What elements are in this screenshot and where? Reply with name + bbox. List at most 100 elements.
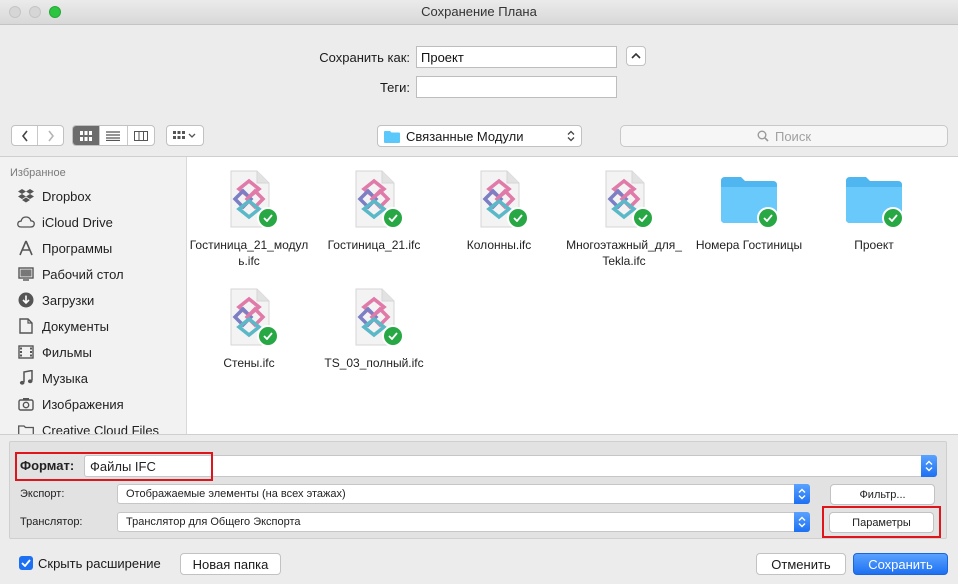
pictures-icon (16, 394, 36, 414)
filter-button[interactable]: Фильтр... (830, 484, 935, 505)
sidebar-item-label: Creative Cloud Files (42, 422, 160, 435)
group-by-button[interactable] (166, 125, 204, 146)
export-value: Отображаемые элементы (на всех этажах) (126, 488, 346, 500)
ifc-file-icon (467, 167, 531, 231)
folder-icon (384, 130, 400, 143)
sidebar-item-icloud[interactable]: iCloud Drive (16, 210, 113, 234)
ifc-file-icon (342, 285, 406, 349)
file-item[interactable]: Проект (814, 167, 934, 253)
folder-icon (842, 167, 906, 231)
export-select[interactable]: Отображаемые элементы (на всех этажах) (117, 484, 810, 504)
tags-input[interactable] (416, 76, 617, 98)
folder-icon (717, 167, 781, 231)
group-grid-icon (173, 130, 196, 139)
sidebar-item-desktop[interactable]: Рабочий стол (16, 262, 124, 286)
synced-check-icon (757, 207, 779, 229)
file-item[interactable]: Гостиница_21_модуль.ifc (189, 167, 309, 269)
synced-check-icon (257, 325, 279, 347)
grid-icon (80, 130, 93, 141)
synced-check-icon (507, 207, 529, 229)
search-field[interactable]: Поиск (620, 125, 948, 147)
dropbox-icon (16, 186, 36, 206)
synced-check-icon (257, 207, 279, 229)
sidebar-item-label: Программы (42, 240, 113, 256)
chevron-left-icon (21, 130, 28, 141)
export-label: Экспорт: (20, 488, 65, 500)
music-icon (16, 368, 36, 388)
sidebar-item-music[interactable]: Музыка (16, 366, 88, 390)
sidebar-item-creative-cloud[interactable]: Creative Cloud Files (16, 418, 159, 434)
navigation-buttons (11, 125, 64, 146)
sidebar-item-documents[interactable]: Документы (16, 314, 109, 338)
sidebar-item-label: Изображения (42, 396, 124, 412)
sidebar-item-label: Музыка (42, 370, 88, 386)
updown-chevron-icon (798, 488, 806, 500)
file-name: Стены.ifc (223, 356, 275, 370)
sidebar-item-label: Dropbox (42, 188, 92, 204)
view-mode-buttons (72, 125, 155, 146)
ifc-file-icon (592, 167, 656, 231)
new-folder-button[interactable]: Новая папка (180, 553, 281, 575)
back-button[interactable] (12, 126, 38, 145)
movies-icon (16, 342, 36, 362)
updown-chevron-icon (925, 460, 933, 472)
save-as-input[interactable] (416, 46, 617, 68)
title-bar: Сохранение Плана (0, 0, 958, 25)
translator-label: Транслятор: (20, 516, 83, 528)
chevron-right-icon (47, 130, 54, 141)
translator-value: Транслятор для Общего Экспорта (126, 516, 301, 528)
format-select-arrow (921, 455, 937, 477)
file-grid: Гостиница_21_модуль.ifc Гостиница_21.ifc К… (187, 157, 958, 434)
file-item[interactable]: Многоэтажный_для_Tekla.ifc (564, 167, 684, 269)
sidebar-item-movies[interactable]: Фильмы (16, 340, 92, 364)
location-label: Связанные Модули (406, 128, 524, 144)
location-popup[interactable]: Связанные Модули (377, 125, 582, 147)
file-item[interactable]: Стены.ifc (189, 285, 309, 371)
file-name: Многоэтажный_для_Tekla.ifc (566, 238, 682, 268)
file-name: Гостиница_21.ifc (327, 238, 421, 252)
sidebar-item-downloads[interactable]: Загрузки (16, 288, 94, 312)
save-as-label: Сохранить как: (319, 50, 410, 65)
parameters-highlight (822, 506, 941, 538)
cancel-button[interactable]: Отменить (756, 553, 846, 575)
translator-select[interactable]: Транслятор для Общего Экспорта (117, 512, 810, 532)
sidebar-item-label: Документы (42, 318, 110, 334)
icon-view-button[interactable] (73, 126, 101, 145)
cloud-icon (16, 212, 36, 232)
file-item[interactable]: Колонны.ifc (439, 167, 559, 253)
synced-check-icon (882, 207, 904, 229)
sidebar-item-dropbox[interactable]: Dropbox (16, 184, 91, 208)
save-button[interactable]: Сохранить (853, 553, 948, 575)
file-item[interactable]: TS_03_полный.ifc (314, 285, 434, 371)
file-name: Гостиница_21_модуль.ifc (189, 238, 309, 268)
synced-check-icon (632, 207, 654, 229)
desktop-icon (16, 264, 36, 284)
favorites-heading: Избранное (10, 167, 66, 179)
sidebar-item-applications[interactable]: Программы (16, 236, 112, 260)
hide-extension-checkbox[interactable] (19, 556, 33, 570)
file-browser: Избранное Dropbox iCloud Drive Программы… (0, 156, 958, 435)
translator-select-arrow (794, 512, 810, 532)
list-view-button[interactable] (100, 126, 128, 145)
file-item[interactable]: Гостиница_21.ifc (314, 167, 434, 253)
sidebar-item-pictures[interactable]: Изображения (16, 392, 124, 416)
documents-icon (16, 316, 36, 336)
ifc-file-icon (342, 167, 406, 231)
window-title: Сохранение Плана (421, 4, 537, 19)
sidebar-item-label: iCloud Drive (42, 214, 113, 230)
search-placeholder: Поиск (774, 128, 812, 144)
folder-icon (16, 420, 36, 434)
column-view-button[interactable] (128, 126, 154, 145)
sidebar: Избранное Dropbox iCloud Drive Программы… (0, 157, 187, 434)
checkmark-icon (21, 559, 31, 567)
tags-label: Теги: (379, 80, 410, 95)
collapse-dialog-button[interactable] (626, 46, 646, 66)
synced-check-icon (382, 207, 404, 229)
synced-check-icon (382, 325, 404, 347)
list-icon (106, 130, 121, 141)
sidebar-item-label: Рабочий стол (42, 266, 124, 282)
forward-button[interactable] (38, 126, 63, 145)
format-highlight (15, 452, 213, 481)
file-item[interactable]: Номера Гостиницы (689, 167, 809, 253)
hide-extension-label[interactable]: Скрыть расширение (38, 556, 161, 571)
